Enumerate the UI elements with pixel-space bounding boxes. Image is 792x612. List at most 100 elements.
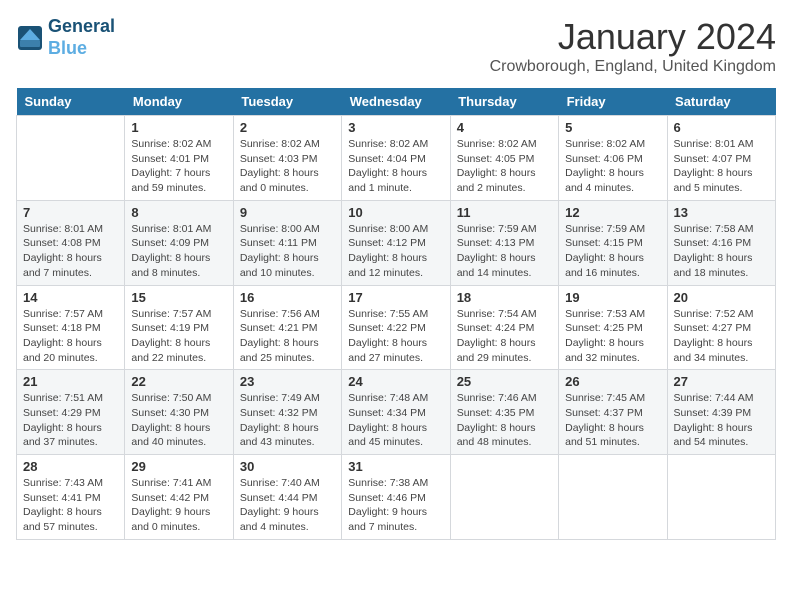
day-info: Sunrise: 8:01 AM Sunset: 4:08 PM Dayligh… bbox=[23, 222, 118, 281]
calendar-cell: 18Sunrise: 7:54 AM Sunset: 4:24 PM Dayli… bbox=[450, 285, 558, 370]
day-number: 31 bbox=[348, 459, 443, 474]
day-header-sunday: Sunday bbox=[17, 88, 125, 116]
day-info: Sunrise: 7:41 AM Sunset: 4:42 PM Dayligh… bbox=[131, 476, 226, 535]
day-number: 17 bbox=[348, 290, 443, 305]
calendar-table: SundayMondayTuesdayWednesdayThursdayFrid… bbox=[16, 88, 776, 540]
calendar-cell: 28 Sunrise: 7:43 AM Sunset: 4:41 PM Dayli… bbox=[17, 455, 125, 540]
day-number: 16 bbox=[240, 290, 335, 305]
day-info: Sunrise: 8:02 AM Sunset: 4:04 PM Dayligh… bbox=[348, 137, 443, 196]
day-info: Sunrise: 8:02 AM Sunset: 4:03 PM Dayligh… bbox=[240, 137, 335, 196]
calendar-cell: 11 Sunrise: 7:59 AM Sunset: 4:13 PM Dayli… bbox=[450, 200, 558, 285]
day-number: 15 bbox=[131, 290, 226, 305]
day-number: 27 bbox=[674, 374, 769, 389]
calendar-cell: 10Sunrise: 8:00 AM Sunset: 4:12 PM Dayli… bbox=[342, 200, 450, 285]
day-number: 5 bbox=[565, 120, 660, 135]
day-info: Sunrise: 7:57 AM Sunset: 4:19 PM Dayligh… bbox=[131, 307, 226, 366]
calendar-cell: 13 Sunrise: 7:58 AM Sunset: 4:16 PM Dayli… bbox=[667, 200, 775, 285]
calendar-cell: 26 Sunrise: 7:45 AM Sunset: 4:37 PM Dayli… bbox=[559, 370, 667, 455]
calendar-cell: 15 Sunrise: 7:57 AM Sunset: 4:19 PM Dayli… bbox=[125, 285, 233, 370]
calendar-cell: 7 Sunrise: 8:01 AM Sunset: 4:08 PM Daylig… bbox=[17, 200, 125, 285]
title-section: January 2024 Crowborough, England, Unite… bbox=[490, 16, 776, 76]
day-info: Sunrise: 7:58 AM Sunset: 4:16 PM Dayligh… bbox=[674, 222, 769, 281]
day-number: 4 bbox=[457, 120, 552, 135]
day-header-monday: Monday bbox=[125, 88, 233, 116]
day-number: 24 bbox=[348, 374, 443, 389]
day-info: Sunrise: 7:45 AM Sunset: 4:37 PM Dayligh… bbox=[565, 391, 660, 450]
calendar-cell: 30 Sunrise: 7:40 AM Sunset: 4:44 PM Dayli… bbox=[233, 455, 341, 540]
day-number: 2 bbox=[240, 120, 335, 135]
day-header-wednesday: Wednesday bbox=[342, 88, 450, 116]
day-info: Sunrise: 7:43 AM Sunset: 4:41 PM Dayligh… bbox=[23, 476, 118, 535]
day-info: Sunrise: 7:40 AM Sunset: 4:44 PM Dayligh… bbox=[240, 476, 335, 535]
day-info: Sunrise: 7:48 AM Sunset: 4:34 PM Dayligh… bbox=[348, 391, 443, 450]
day-number: 23 bbox=[240, 374, 335, 389]
day-info: Sunrise: 8:02 AM Sunset: 4:01 PM Dayligh… bbox=[131, 137, 226, 196]
day-number: 26 bbox=[565, 374, 660, 389]
calendar-cell: 16 Sunrise: 7:56 AM Sunset: 4:21 PM Dayli… bbox=[233, 285, 341, 370]
day-header-tuesday: Tuesday bbox=[233, 88, 341, 116]
day-info: Sunrise: 8:02 AM Sunset: 4:06 PM Dayligh… bbox=[565, 137, 660, 196]
day-number: 11 bbox=[457, 205, 552, 220]
calendar-header: SundayMondayTuesdayWednesdayThursdayFrid… bbox=[17, 88, 776, 116]
calendar-cell: 23 Sunrise: 7:49 AM Sunset: 4:32 PM Dayli… bbox=[233, 370, 341, 455]
day-info: Sunrise: 7:44 AM Sunset: 4:39 PM Dayligh… bbox=[674, 391, 769, 450]
day-number: 22 bbox=[131, 374, 226, 389]
calendar-cell: 2 Sunrise: 8:02 AM Sunset: 4:03 PM Daylig… bbox=[233, 116, 341, 201]
calendar-cell: 3 Sunrise: 8:02 AM Sunset: 4:04 PM Daylig… bbox=[342, 116, 450, 201]
calendar-cell: 12 Sunrise: 7:59 AM Sunset: 4:15 PM Dayli… bbox=[559, 200, 667, 285]
calendar-cell: 17 Sunrise: 7:55 AM Sunset: 4:22 PM Dayli… bbox=[342, 285, 450, 370]
day-number: 28 bbox=[23, 459, 118, 474]
day-info: Sunrise: 7:46 AM Sunset: 4:35 PM Dayligh… bbox=[457, 391, 552, 450]
calendar-cell bbox=[667, 455, 775, 540]
day-number: 21 bbox=[23, 374, 118, 389]
day-number: 13 bbox=[674, 205, 769, 220]
calendar-cell bbox=[559, 455, 667, 540]
day-info: Sunrise: 7:57 AM Sunset: 4:18 PM Dayligh… bbox=[23, 307, 118, 366]
day-number: 1 bbox=[131, 120, 226, 135]
calendar-cell: 9Sunrise: 8:00 AM Sunset: 4:11 PM Daylig… bbox=[233, 200, 341, 285]
day-info: Sunrise: 7:38 AM Sunset: 4:46 PM Dayligh… bbox=[348, 476, 443, 535]
calendar-cell: 14 Sunrise: 7:57 AM Sunset: 4:18 PM Dayli… bbox=[17, 285, 125, 370]
logo-icon bbox=[16, 24, 44, 52]
day-info: Sunrise: 7:50 AM Sunset: 4:30 PM Dayligh… bbox=[131, 391, 226, 450]
day-info: Sunrise: 7:55 AM Sunset: 4:22 PM Dayligh… bbox=[348, 307, 443, 366]
day-number: 18 bbox=[457, 290, 552, 305]
day-header-friday: Friday bbox=[559, 88, 667, 116]
month-title: January 2024 bbox=[490, 16, 776, 58]
day-info: Sunrise: 7:59 AM Sunset: 4:13 PM Dayligh… bbox=[457, 222, 552, 281]
day-number: 14 bbox=[23, 290, 118, 305]
calendar-cell: 24 Sunrise: 7:48 AM Sunset: 4:34 PM Dayli… bbox=[342, 370, 450, 455]
day-number: 8 bbox=[131, 205, 226, 220]
calendar-cell: 20Sunrise: 7:52 AM Sunset: 4:27 PM Dayli… bbox=[667, 285, 775, 370]
calendar-cell: 21 Sunrise: 7:51 AM Sunset: 4:29 PM Dayli… bbox=[17, 370, 125, 455]
calendar-cell: 5 Sunrise: 8:02 AM Sunset: 4:06 PM Daylig… bbox=[559, 116, 667, 201]
page-header: General Blue January 2024 Crowborough, E… bbox=[16, 16, 776, 76]
day-number: 19 bbox=[565, 290, 660, 305]
day-header-saturday: Saturday bbox=[667, 88, 775, 116]
calendar-cell: 19 Sunrise: 7:53 AM Sunset: 4:25 PM Dayli… bbox=[559, 285, 667, 370]
calendar-cell: 4Sunrise: 8:02 AM Sunset: 4:05 PM Daylig… bbox=[450, 116, 558, 201]
day-number: 12 bbox=[565, 205, 660, 220]
day-info: Sunrise: 8:01 AM Sunset: 4:09 PM Dayligh… bbox=[131, 222, 226, 281]
calendar-cell bbox=[450, 455, 558, 540]
day-number: 7 bbox=[23, 205, 118, 220]
day-number: 30 bbox=[240, 459, 335, 474]
day-number: 3 bbox=[348, 120, 443, 135]
logo: General Blue bbox=[16, 16, 115, 59]
day-info: Sunrise: 7:49 AM Sunset: 4:32 PM Dayligh… bbox=[240, 391, 335, 450]
day-number: 25 bbox=[457, 374, 552, 389]
day-info: Sunrise: 7:53 AM Sunset: 4:25 PM Dayligh… bbox=[565, 307, 660, 366]
logo-text: General Blue bbox=[48, 16, 115, 59]
day-info: Sunrise: 7:59 AM Sunset: 4:15 PM Dayligh… bbox=[565, 222, 660, 281]
day-info: Sunrise: 8:01 AM Sunset: 4:07 PM Dayligh… bbox=[674, 137, 769, 196]
calendar-cell: 22 Sunrise: 7:50 AM Sunset: 4:30 PM Dayli… bbox=[125, 370, 233, 455]
day-info: Sunrise: 8:00 AM Sunset: 4:11 PM Dayligh… bbox=[240, 222, 335, 281]
location: Crowborough, England, United Kingdom bbox=[490, 58, 776, 76]
day-header-thursday: Thursday bbox=[450, 88, 558, 116]
day-info: Sunrise: 7:56 AM Sunset: 4:21 PM Dayligh… bbox=[240, 307, 335, 366]
day-info: Sunrise: 7:51 AM Sunset: 4:29 PM Dayligh… bbox=[23, 391, 118, 450]
day-info: Sunrise: 7:52 AM Sunset: 4:27 PM Dayligh… bbox=[674, 307, 769, 366]
calendar-cell: 31 Sunrise: 7:38 AM Sunset: 4:46 PM Dayli… bbox=[342, 455, 450, 540]
calendar-cell: 1 Sunrise: 8:02 AM Sunset: 4:01 PM Daylig… bbox=[125, 116, 233, 201]
day-info: Sunrise: 8:00 AM Sunset: 4:12 PM Dayligh… bbox=[348, 222, 443, 281]
